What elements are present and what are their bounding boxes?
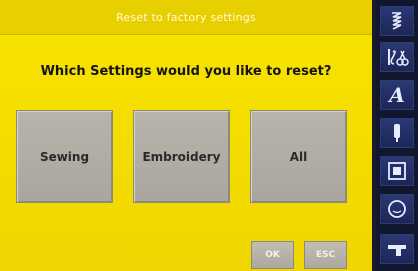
alphabet-icon: A [389, 83, 405, 107]
sewing-button-label: Sewing [39, 149, 90, 164]
stitch-pattern-icon [392, 12, 402, 30]
embroidery-frame-icon [388, 162, 406, 180]
title-bar: Reset to factory settings [0, 0, 372, 35]
scissors-thread-icon [388, 49, 409, 66]
page-title: Reset to factory settings [116, 11, 256, 24]
sidebar-item-scissors[interactable] [380, 42, 414, 72]
sewing-machine-screen: Reset to factory settings Which Settings… [0, 0, 418, 271]
sidebar-item-info[interactable] [380, 194, 414, 224]
main-panel: Reset to factory settings Which Settings… [0, 0, 372, 271]
sidebar-item-needle[interactable] [380, 118, 414, 148]
all-button[interactable]: All [250, 110, 347, 203]
embroidery-button[interactable]: Embroidery [133, 110, 230, 203]
sidebar-item-alphabet[interactable]: A [380, 80, 414, 110]
machine-setup-icon [388, 245, 406, 256]
esc-button[interactable]: ESC [304, 241, 347, 269]
info-face-icon [388, 200, 406, 218]
embroidery-button-label: Embroidery [142, 149, 221, 164]
needle-icon [394, 124, 400, 142]
sewing-button[interactable]: Sewing [16, 110, 113, 203]
esc-button-label: ESC [315, 250, 336, 260]
ok-button-label: OK [265, 250, 280, 260]
sidebar-item-setup[interactable] [380, 234, 414, 264]
all-button-label: All [289, 149, 308, 164]
ok-button[interactable]: OK [251, 241, 294, 269]
sidebar-item-stitch[interactable] [380, 6, 414, 36]
reset-question: Which Settings would you like to reset? [40, 64, 332, 79]
sidebar-item-embroidery[interactable] [380, 156, 414, 186]
sidebar: A [376, 0, 418, 271]
